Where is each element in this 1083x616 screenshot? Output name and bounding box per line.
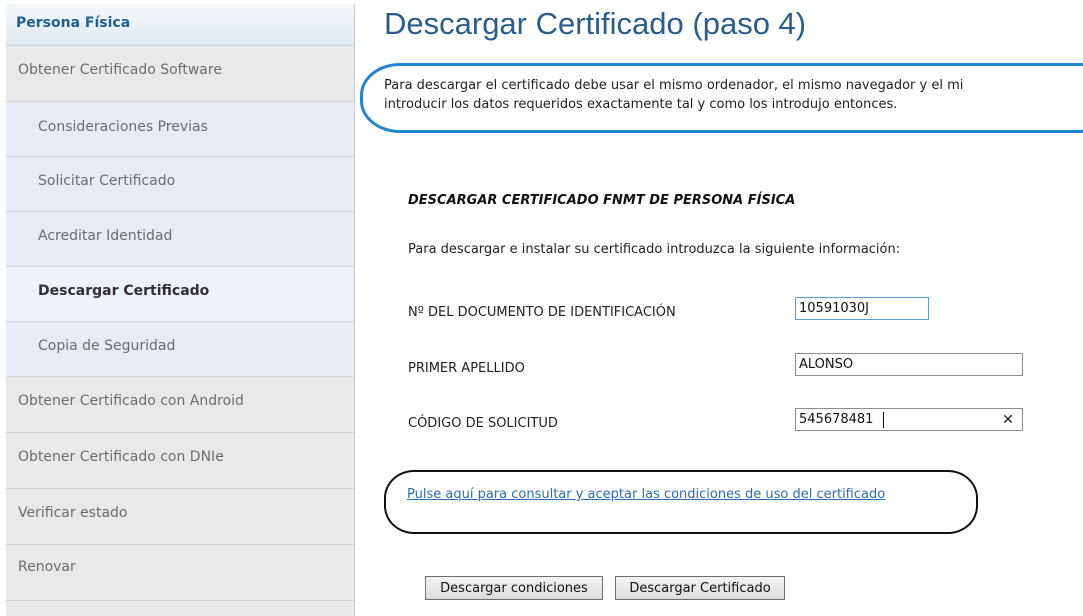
section-title: DESCARGAR CERTIFICADO FNMT DE PERSONA FÍ…	[408, 193, 796, 208]
sidebar-item-descargar-certificado[interactable]: Descargar Certificado	[6, 267, 354, 322]
sidebar-item-label: Solicitar Certificado	[38, 173, 176, 189]
sidebar-item-acreditar-identidad[interactable]: Acreditar Identidad	[6, 212, 354, 267]
first-surname-input[interactable]	[795, 353, 1023, 376]
sidebar-item-label: Descargar Certificado	[38, 283, 210, 299]
download-certificate-button[interactable]: Descargar Certificado	[615, 576, 785, 600]
sidebar-item-label: Verificar estado	[18, 505, 128, 521]
download-terms-button[interactable]: Descargar condiciones	[425, 576, 603, 600]
sidebar-nav: Persona Física Obtener Certificado Softw…	[6, 4, 355, 616]
sidebar-item-label: Renovar	[18, 559, 76, 575]
close-icon[interactable]: ✕	[1000, 412, 1016, 428]
sidebar-item-label: Obtener Certificado Software	[18, 62, 222, 78]
notice-highlight-ellipse	[360, 63, 1083, 133]
sidebar-item-copia-de-seguridad[interactable]: Copia de Seguridad	[6, 322, 354, 377]
document-number-input[interactable]	[795, 297, 929, 320]
sidebar-item-label: Obtener Certificado con Android	[18, 393, 244, 409]
sidebar-header[interactable]: Persona Física	[6, 4, 354, 46]
instructions-text: Para descargar e instalar su certificado…	[408, 242, 901, 257]
sidebar-item-obtener-certificado-android[interactable]: Obtener Certificado con Android	[6, 377, 354, 433]
sidebar-item-label: Consideraciones Previas	[38, 119, 208, 135]
sidebar-item-consideraciones-previas[interactable]: Consideraciones Previas	[6, 102, 354, 157]
text-caret	[883, 412, 884, 428]
link-highlight-ellipse	[384, 470, 978, 534]
sidebar-item-label: Obtener Certificado con DNIe	[18, 449, 224, 465]
sidebar-item-renovar[interactable]: Renovar	[6, 545, 354, 601]
sidebar-item-label: Copia de Seguridad	[38, 338, 176, 354]
document-number-label: Nº DEL DOCUMENTO DE IDENTIFICACIÓN	[408, 305, 676, 320]
sidebar-item-solicitar-certificado[interactable]: Solicitar Certificado	[6, 157, 354, 212]
first-surname-label: PRIMER APELLIDO	[408, 361, 525, 376]
request-code-label: CÓDIGO DE SOLICITUD	[408, 416, 558, 431]
sidebar-item-obtener-certificado-software[interactable]: Obtener Certificado Software	[6, 46, 354, 102]
sidebar-item-verificar-estado[interactable]: Verificar estado	[6, 489, 354, 545]
page-title: Descargar Certificado (paso 4)	[384, 6, 807, 41]
sidebar-item-obtener-certificado-dnie[interactable]: Obtener Certificado con DNIe	[6, 433, 354, 489]
sidebar-item-label: Acreditar Identidad	[38, 228, 173, 244]
request-code-input[interactable]	[795, 408, 1023, 431]
